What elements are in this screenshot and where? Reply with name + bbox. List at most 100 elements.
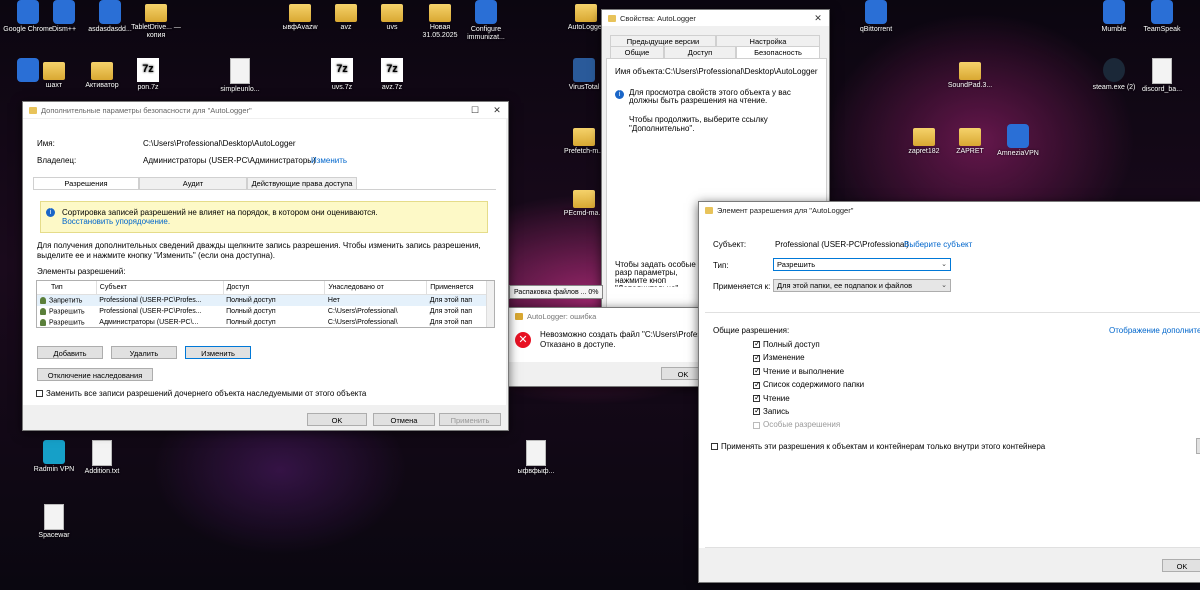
table-scrollbar[interactable] xyxy=(486,281,494,327)
desktop-icon[interactable]: Addition.txt xyxy=(74,440,130,476)
table-cell: Полный доступ xyxy=(223,294,325,306)
table-row[interactable]: Разрешить Professional (USER-PC\Profes...… xyxy=(37,306,494,317)
show-advanced-permissions-link[interactable]: Отображение дополнительн xyxy=(1109,326,1200,335)
desktop-icon[interactable]: SoundPad.3... xyxy=(942,58,998,90)
applies-to-select[interactable]: Для этой папки, ее подпапок и файлов ⌄ xyxy=(773,279,951,292)
checkbox[interactable] xyxy=(753,366,761,376)
desktop-icon[interactable]: 7z uvs.7z xyxy=(314,58,370,92)
desktop-icon[interactable]: discord_ba... xyxy=(1134,58,1190,94)
add-button[interactable]: Добавить xyxy=(37,346,103,359)
column-header[interactable]: Субъект xyxy=(96,281,224,295)
checkbox[interactable] xyxy=(753,406,761,416)
clear-all-button[interactable] xyxy=(1196,438,1200,454)
desktop-icon[interactable]: ыфвфыф... xyxy=(508,440,564,476)
checkbox[interactable] xyxy=(36,390,43,398)
desktop-icon-label: Addition.txt xyxy=(84,468,120,475)
desktop-icon[interactable]: AmneziaVPN xyxy=(990,124,1046,158)
instruction-text: Для получения дополнительных сведений дв… xyxy=(37,241,481,260)
desktop-icon-label: TeamSpeak xyxy=(1143,26,1181,33)
owner-change-link[interactable]: Изменить xyxy=(311,156,347,165)
checkbox[interactable] xyxy=(753,393,761,402)
table-cell: Для этой пап xyxy=(429,308,473,315)
table-row[interactable]: Разрешить Администраторы (USER-PC\... Полн… xyxy=(37,317,494,327)
tab-general[interactable]: Общие xyxy=(610,46,664,58)
type-label: Тип: xyxy=(713,261,729,270)
file-icon xyxy=(44,504,64,530)
desktop-icon-label: ыфвфыф... xyxy=(517,468,555,475)
desktop-icon-label: avz.7z xyxy=(381,84,403,91)
folder-icon xyxy=(705,206,713,214)
column-header[interactable]: Применяется xyxy=(426,281,494,295)
table-row[interactable]: Запретить Professional (USER-PC\Profes...… xyxy=(37,294,494,306)
subject-label: Субъект: xyxy=(713,240,747,249)
replace-child-permissions-checkbox[interactable]: Заменить все записи разрешений дочернего… xyxy=(36,389,366,398)
checkbox[interactable] xyxy=(711,443,718,451)
desktop-icon[interactable]: 7z pon.7z xyxy=(120,58,176,92)
desktop-icon-label: AmneziaVPN xyxy=(997,150,1039,157)
folder-icon xyxy=(335,4,357,22)
checkbox[interactable] xyxy=(753,380,761,389)
desktop-icon-label: pon.7z xyxy=(137,84,159,91)
tab-security[interactable]: Безопасность xyxy=(736,46,820,58)
error-titlebar[interactable]: AutoLogger: ошибка xyxy=(509,308,705,324)
error-title: AutoLogger: ошибка xyxy=(527,311,597,321)
table-cell: Полный доступ xyxy=(226,319,276,326)
properties-titlebar[interactable]: Свойства: AutoLogger ✕ xyxy=(602,10,829,26)
permission-entry-ok-button[interactable]: OK xyxy=(1162,559,1200,572)
app-icon xyxy=(865,0,887,24)
maximize-icon[interactable]: ☐ xyxy=(464,105,486,116)
restore-order-link[interactable]: Восстановить упорядочение. xyxy=(62,217,170,226)
permission-label: Изменение xyxy=(763,353,805,363)
table-cell: C:\Users\Professional\ xyxy=(327,308,398,315)
tab-sharing[interactable]: Доступ xyxy=(664,46,736,58)
cancel-button[interactable]: Отмена xyxy=(373,413,435,426)
permission-checkbox-item[interactable]: Чтение и выполнение xyxy=(753,366,844,376)
desktop-icon[interactable]: Configure immunizat... xyxy=(458,0,514,42)
edit-button[interactable]: Изменить xyxy=(185,346,251,359)
desktop-icon[interactable]: TeamSpeak xyxy=(1134,0,1190,34)
applies-to-label: Применяется к: xyxy=(713,282,771,291)
tab-permissions[interactable]: Разрешения xyxy=(33,177,139,189)
desktop-icon[interactable]: qBittorrent xyxy=(848,0,904,34)
app-icon xyxy=(475,0,497,24)
tab-audit[interactable]: Аудит xyxy=(139,177,247,189)
desktop-icon[interactable]: 7z avz.7z xyxy=(364,58,420,92)
disable-inheritance-button[interactable]: Отключение наследования xyxy=(37,368,153,381)
permission-entry-titlebar[interactable]: Элемент разрешения для "AutoLogger" xyxy=(699,202,1200,218)
close-icon[interactable]: ✕ xyxy=(486,105,508,116)
folder-icon xyxy=(145,4,167,22)
desktop-icon[interactable]: Spacewar xyxy=(26,504,82,540)
name-value: C:\Users\Professional\Desktop\AutoLogger xyxy=(143,139,296,148)
column-header[interactable]: Тип xyxy=(37,281,97,295)
remove-button[interactable]: Удалить xyxy=(111,346,177,359)
permission-checkbox-item[interactable]: Запись xyxy=(753,406,789,416)
checkbox[interactable] xyxy=(753,339,761,349)
archive-icon: 7z xyxy=(331,58,353,82)
app-icon xyxy=(1103,0,1125,24)
chevron-down-icon: ⌄ xyxy=(941,282,947,289)
extract-progress-label: Распаковка файлов ... 0% xyxy=(514,289,599,296)
permission-checkbox-item[interactable]: Полный доступ xyxy=(753,339,820,349)
permission-checkbox-item[interactable]: Список содержимого папки xyxy=(753,380,864,389)
tab-effective-access[interactable]: Действующие права доступа xyxy=(247,177,357,189)
select-subject-link[interactable]: Выберите субъект xyxy=(904,240,972,249)
continue-instruction: Чтобы продолжить, выберите ссылку "Допол… xyxy=(629,115,768,133)
desktop-icon-label: discord_ba... xyxy=(1141,86,1183,93)
close-icon[interactable]: ✕ xyxy=(807,13,829,24)
type-select[interactable]: Разрешить ⌄ xyxy=(773,258,951,271)
apply-button[interactable]: Применить xyxy=(439,413,501,426)
column-header[interactable]: Доступ xyxy=(223,281,326,295)
advanced-security-title: Дополнительные параметры безопасности дл… xyxy=(41,105,252,115)
permission-checkbox-item[interactable]: Чтение xyxy=(753,393,790,403)
advanced-security-titlebar[interactable]: Дополнительные параметры безопасности дл… xyxy=(23,102,508,118)
desktop-icon[interactable]: TabletDrive... — копия xyxy=(128,0,184,40)
ok-button[interactable]: OK xyxy=(307,413,367,426)
error-message: Невозможно создать файл "C:\Users\Profes… xyxy=(540,330,705,339)
permission-checkbox-item[interactable]: Изменение xyxy=(753,353,805,362)
apply-only-inside-checkbox[interactable]: Применять эти разрешения к объектам и ко… xyxy=(711,442,1045,451)
checkbox[interactable] xyxy=(753,353,761,362)
table-cell: Для этой пап xyxy=(426,294,494,306)
desktop-icon[interactable]: simpleunlo... xyxy=(212,58,268,94)
table-cell: Администраторы (USER-PC\... xyxy=(99,319,199,326)
column-header[interactable]: Унаследовано от xyxy=(324,281,428,295)
